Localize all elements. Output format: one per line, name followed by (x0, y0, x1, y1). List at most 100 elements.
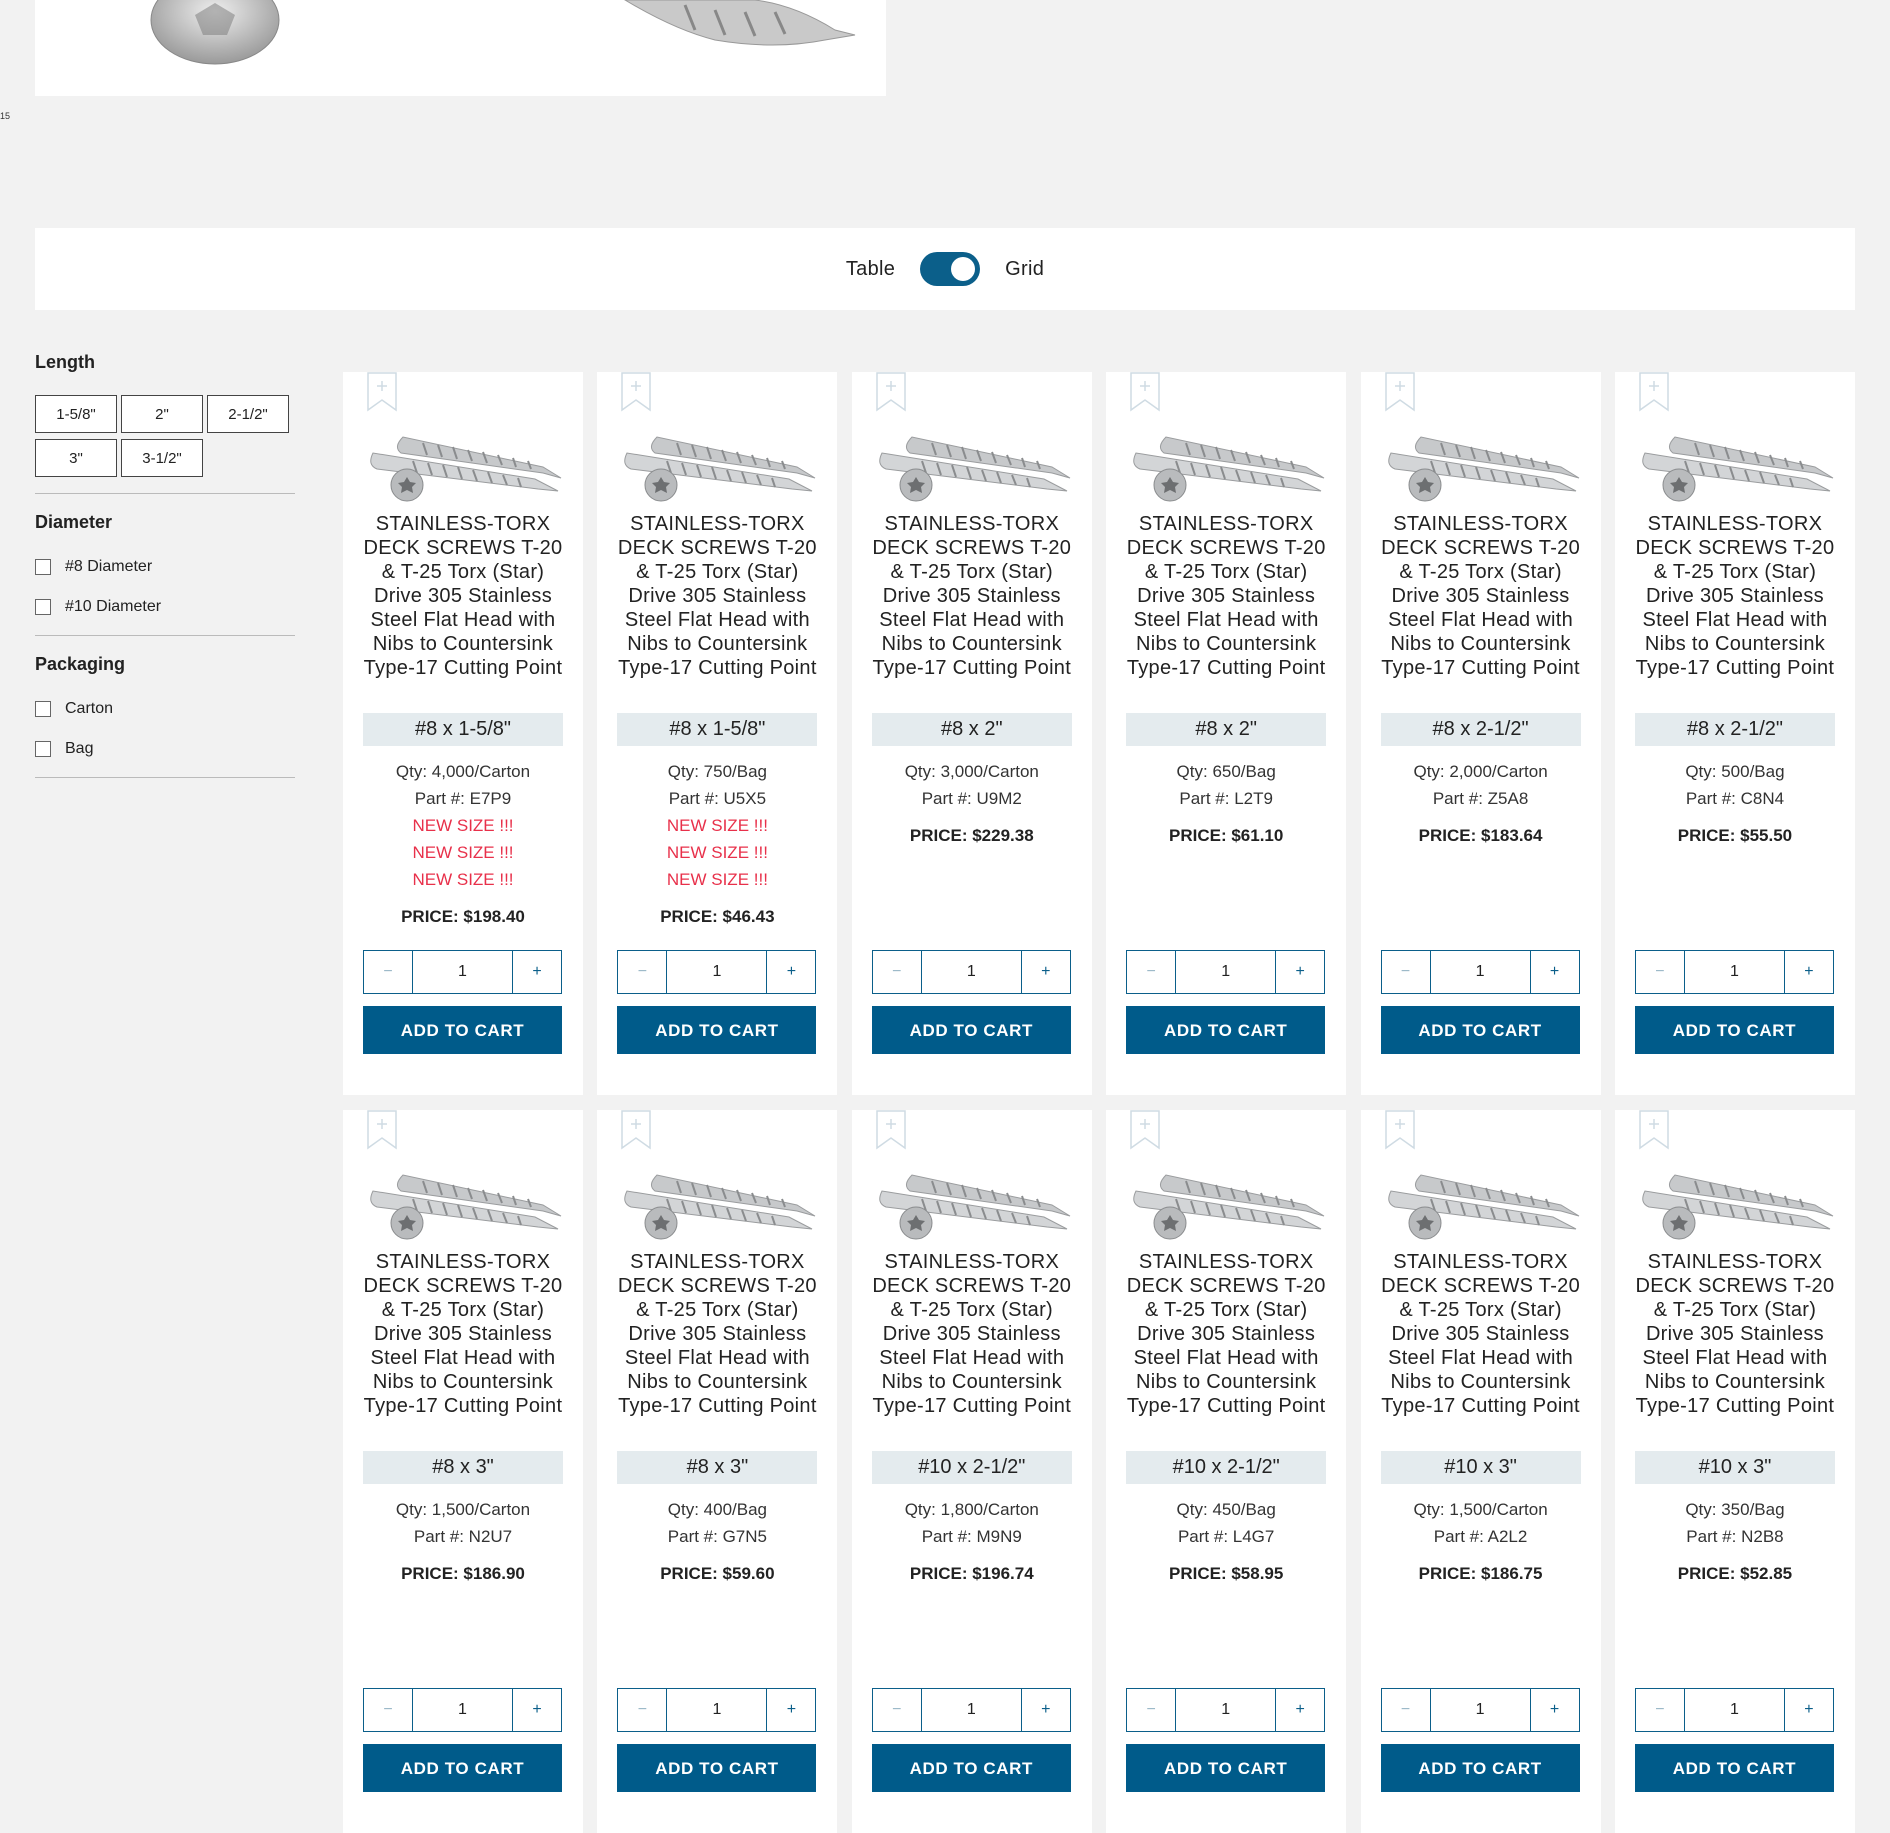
increment-button[interactable]: + (1022, 1689, 1070, 1731)
product-title[interactable]: STAINLESS-TORX DECK SCREWS T-20 & T-25 T… (1379, 512, 1583, 680)
quantity-input[interactable]: 1 (1175, 951, 1277, 993)
bookmark-icon[interactable] (1639, 372, 1669, 412)
bookmark-icon[interactable] (1384, 372, 1415, 412)
decrement-button[interactable]: − (1127, 1689, 1175, 1731)
add-to-cart-button[interactable]: ADD TO CART (871, 1006, 1071, 1054)
quantity-input[interactable]: 1 (1175, 1689, 1277, 1731)
product-title[interactable]: STAINLESS-TORX DECK SCREWS T-20 & T-25 T… (1633, 512, 1837, 680)
decrement-button[interactable]: − (1382, 951, 1430, 993)
length-option[interactable]: 3" (35, 439, 117, 477)
add-to-cart-button[interactable]: ADD TO CART (363, 1744, 562, 1792)
decrement-button[interactable]: − (1127, 951, 1175, 993)
decrement-button[interactable]: − (873, 1689, 921, 1731)
quantity-input[interactable]: 1 (1429, 951, 1531, 993)
bookmark-icon[interactable] (621, 372, 652, 412)
length-option[interactable]: 2" (121, 395, 203, 433)
increment-button[interactable]: + (1785, 951, 1833, 993)
decrement-button[interactable]: − (364, 951, 412, 993)
bookmark-icon[interactable] (367, 372, 397, 412)
quantity-input[interactable]: 1 (666, 1689, 768, 1731)
increment-button[interactable]: + (1531, 951, 1579, 993)
increment-button[interactable]: + (1022, 951, 1070, 993)
product-image[interactable] (872, 425, 1072, 505)
length-option[interactable]: 1-5/8" (35, 395, 117, 433)
add-to-cart-button[interactable]: ADD TO CART (1634, 1744, 1834, 1792)
product-image[interactable] (363, 1163, 563, 1243)
product-image[interactable] (363, 425, 563, 505)
product-image[interactable] (872, 1163, 1072, 1243)
bookmark-icon[interactable] (1130, 1110, 1160, 1150)
product-title[interactable]: STAINLESS-TORX DECK SCREWS T-20 & T-25 T… (1379, 1250, 1583, 1418)
bookmark-icon[interactable] (1130, 372, 1160, 412)
bookmark-icon[interactable] (621, 1110, 652, 1150)
add-to-cart-button[interactable]: ADD TO CART (1380, 1006, 1580, 1054)
increment-button[interactable]: + (1276, 951, 1324, 993)
product-title[interactable]: STAINLESS-TORX DECK SCREWS T-20 & T-25 T… (1124, 1250, 1328, 1418)
packaging-option[interactable]: Bag (35, 737, 295, 761)
add-to-cart-button[interactable]: ADD TO CART (1634, 1006, 1834, 1054)
increment-button[interactable]: + (767, 1689, 815, 1731)
increment-button[interactable]: + (1785, 1689, 1833, 1731)
product-title[interactable]: STAINLESS-TORX DECK SCREWS T-20 & T-25 T… (615, 1250, 819, 1418)
decrement-button[interactable]: − (873, 951, 921, 993)
product-title[interactable]: STAINLESS-TORX DECK SCREWS T-20 & T-25 T… (361, 512, 565, 680)
product-title[interactable]: STAINLESS-TORX DECK SCREWS T-20 & T-25 T… (361, 1250, 565, 1418)
diameter-option[interactable]: #8 Diameter (35, 555, 295, 579)
add-to-cart-button[interactable]: ADD TO CART (363, 1006, 562, 1054)
packaging-option[interactable]: Carton (35, 697, 295, 721)
add-to-cart-button[interactable]: ADD TO CART (1126, 1006, 1326, 1054)
product-image[interactable] (1126, 425, 1326, 505)
diameter-option[interactable]: #10 Diameter (35, 595, 295, 619)
product-image[interactable] (617, 1163, 817, 1243)
add-to-cart-button[interactable]: ADD TO CART (871, 1744, 1071, 1792)
add-to-cart-button[interactable]: ADD TO CART (617, 1744, 817, 1792)
add-to-cart-button[interactable]: ADD TO CART (1126, 1744, 1326, 1792)
add-to-cart-button[interactable]: ADD TO CART (1380, 1744, 1580, 1792)
checkbox[interactable] (35, 599, 51, 615)
quantity-input[interactable]: 1 (1429, 1689, 1531, 1731)
increment-button[interactable]: + (1276, 1689, 1324, 1731)
length-option[interactable]: 3-1/2" (121, 439, 203, 477)
product-title[interactable]: STAINLESS-TORX DECK SCREWS T-20 & T-25 T… (870, 1250, 1074, 1418)
bookmark-icon[interactable] (367, 1110, 397, 1150)
bookmark-icon[interactable] (876, 372, 906, 412)
increment-button[interactable]: + (1531, 1689, 1579, 1731)
decrement-button[interactable]: − (1636, 1689, 1684, 1731)
increment-button[interactable]: + (513, 951, 561, 993)
quantity-input[interactable]: 1 (1683, 951, 1785, 993)
bookmark-icon[interactable] (1384, 1110, 1415, 1150)
checkbox[interactable] (35, 559, 51, 575)
table-view-label[interactable]: Table (846, 258, 895, 281)
quantity-input[interactable]: 1 (1683, 1689, 1785, 1731)
quantity-input[interactable]: 1 (920, 951, 1022, 993)
quantity-input[interactable]: 1 (920, 1689, 1022, 1731)
quantity-input[interactable]: 1 (412, 951, 513, 993)
decrement-button[interactable]: − (1636, 951, 1684, 993)
bookmark-icon[interactable] (876, 1110, 906, 1150)
product-image[interactable] (1635, 425, 1835, 505)
product-title[interactable]: STAINLESS-TORX DECK SCREWS T-20 & T-25 T… (1124, 512, 1328, 680)
decrement-button[interactable]: − (1382, 1689, 1430, 1731)
increment-button[interactable]: + (767, 951, 815, 993)
product-title[interactable]: STAINLESS-TORX DECK SCREWS T-20 & T-25 T… (1633, 1250, 1837, 1418)
add-to-cart-button[interactable]: ADD TO CART (617, 1006, 817, 1054)
view-toggle-switch[interactable] (920, 252, 981, 286)
increment-button[interactable]: + (513, 1689, 561, 1731)
product-image[interactable] (1635, 1163, 1835, 1243)
quantity-input[interactable]: 1 (666, 951, 768, 993)
decrement-button[interactable]: − (364, 1689, 412, 1731)
checkbox[interactable] (35, 741, 51, 757)
quantity-input[interactable]: 1 (412, 1689, 513, 1731)
product-image[interactable] (617, 425, 817, 505)
product-image[interactable] (1381, 1163, 1581, 1243)
length-option[interactable]: 2-1/2" (207, 395, 289, 433)
product-image[interactable] (1381, 425, 1581, 505)
decrement-button[interactable]: − (618, 1689, 666, 1731)
product-title[interactable]: STAINLESS-TORX DECK SCREWS T-20 & T-25 T… (615, 512, 819, 680)
bookmark-icon[interactable] (1639, 1110, 1669, 1150)
product-title[interactable]: STAINLESS-TORX DECK SCREWS T-20 & T-25 T… (870, 512, 1074, 680)
product-image[interactable] (1126, 1163, 1326, 1243)
grid-view-label[interactable]: Grid (1005, 258, 1044, 281)
checkbox[interactable] (35, 701, 51, 717)
decrement-button[interactable]: − (618, 951, 666, 993)
